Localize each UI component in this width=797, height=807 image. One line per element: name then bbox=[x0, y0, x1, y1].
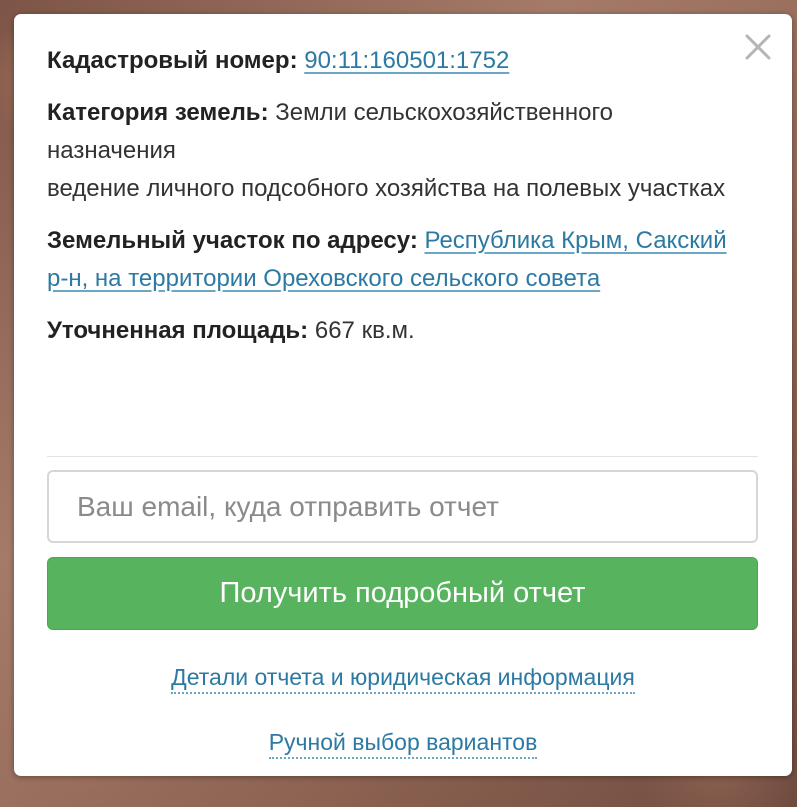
area-row: Уточненная площадь: 667 кв.м. bbox=[47, 312, 727, 350]
cadastral-label: Кадастровый номер: bbox=[47, 47, 298, 74]
manual-choice-link[interactable]: Ручной выбор вариантов bbox=[14, 729, 792, 759]
address-row: Земельный участок по адресу: Республика … bbox=[47, 222, 727, 298]
manual-choice-link-text[interactable]: Ручной выбор вариантов bbox=[268, 729, 538, 759]
divider bbox=[47, 456, 758, 457]
report-details-link[interactable]: Детали отчета и юридическая информация bbox=[14, 664, 792, 694]
area-value: 667 кв.м. bbox=[314, 317, 415, 344]
parcel-details: Кадастровый номер: 90:11:160501:1752 Кат… bbox=[47, 42, 727, 364]
category-row: Категория земель: Земли сельскохозяйстве… bbox=[47, 94, 727, 208]
get-report-button[interactable]: Получить подробный отчет bbox=[47, 557, 758, 630]
category-label: Категория земель: bbox=[47, 99, 269, 126]
email-input[interactable] bbox=[47, 470, 758, 543]
land-usage-value: ведение личного подсобного хозяйства на … bbox=[47, 175, 726, 202]
area-label: Уточненная площадь: bbox=[47, 317, 309, 344]
cadastral-row: Кадастровый номер: 90:11:160501:1752 bbox=[47, 42, 727, 80]
close-icon[interactable] bbox=[745, 34, 771, 60]
parcel-info-popup: Кадастровый номер: 90:11:160501:1752 Кат… bbox=[14, 14, 792, 776]
report-details-link-text[interactable]: Детали отчета и юридическая информация bbox=[171, 664, 635, 694]
cadastral-number-link[interactable]: 90:11:160501:1752 bbox=[304, 47, 509, 74]
address-label: Земельный участок по адресу: bbox=[47, 227, 418, 254]
